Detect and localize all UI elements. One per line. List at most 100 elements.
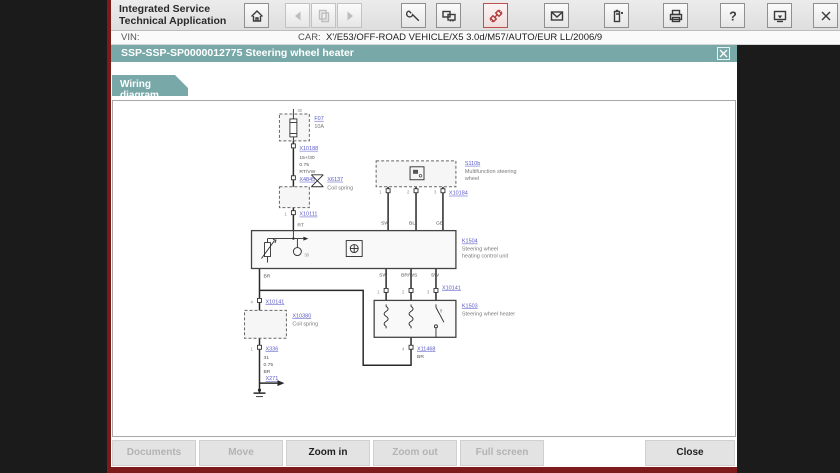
connector-symbol [291,211,295,215]
coil-spring-top-label: Coil spring [327,186,353,192]
mail-button[interactable] [544,3,569,28]
home-button[interactable] [244,3,269,28]
pin-number: 3 [434,190,437,195]
full-screen-button[interactable]: Full screen [460,440,544,466]
connector-x10141-link[interactable]: X10141 [265,299,284,305]
coil-spring-code-link[interactable]: X10380 [292,313,311,319]
document-header: SSP-SSP-SP0000012775 Steering wheel heat… [111,45,737,62]
connector-x10184-link[interactable]: X10184 [449,191,468,197]
help-icon: ? [725,8,741,24]
wire-color-label: BR [417,354,424,360]
main-panel: SSP-SSP-SP0000012775 Steering wheel heat… [111,45,737,467]
app-title-line1: Integrated Service [119,3,226,15]
back-button[interactable] [285,3,310,28]
connector-x4845-link[interactable]: X4845 [299,177,315,183]
heater-name: Steering wheel heater [462,311,515,317]
footer-button-bar: Documents Move Zoom in Zoom out Full scr… [111,440,737,467]
connector-x11468-link[interactable]: X11468 [417,346,435,352]
car-value: X'/E53/OFF-ROAD VEHICLE/X5 3.0d/M57/AUTO… [326,32,602,43]
fuse-component: 30 [279,108,309,141]
close-icon [719,45,728,63]
heater-code-link[interactable]: K1503 [462,303,478,309]
coil-spring-bottom-component [245,310,287,338]
zoom-in-button[interactable]: Zoom in [286,440,370,466]
battery-icon [609,8,625,24]
pin-number: 4 [402,346,405,351]
wire-color-label: BR/WS [401,272,418,278]
pin-number: 3 [427,289,430,294]
control-unit-name-2: heating control unit [462,254,509,260]
vehicle-connection-icon [488,8,504,24]
back-arrow-icon [290,8,306,24]
connector-x336-link[interactable]: X336 [265,346,278,352]
control-unit-component: 30 [252,231,456,269]
close-icon [818,8,834,24]
forward-button[interactable] [337,3,362,28]
wire-color-label: BR [263,273,270,279]
vehicle-info-bar: VIN: CAR: X'/E53/OFF-ROAD VEHICLE/X5 3.0… [111,31,840,45]
pin-number: 1 [379,190,382,195]
vehicle-connection-button[interactable] [483,3,508,28]
control-unit-code-link[interactable]: K1504 [462,239,478,245]
printer-icon [668,8,684,24]
documents-icon [316,8,332,24]
tab-wiring-diagram[interactable]: Wiring diagram [112,75,188,96]
top-toolbar: Integrated Service Technical Application [111,0,840,31]
app-title: Integrated Service Technical Application [119,3,226,27]
wire-info: 0.75 [263,362,273,368]
screen-minimize-icon [772,8,788,24]
wire-info: 15+/30 [299,155,315,161]
vin-label: VIN: [121,32,139,43]
app-title-line2: Technical Application [119,15,226,27]
svg-text:?: ? [729,9,737,23]
connector-x10188-link[interactable]: X10188 [299,146,318,152]
heater-component: θ [374,300,456,337]
print-button[interactable] [663,3,688,28]
wire-color-label: BL [409,221,415,227]
wire-color-label: RT [297,223,304,229]
wire-color-label: SW [379,272,387,278]
pin-number: 2 [407,190,410,195]
wiring-diagram-panel[interactable]: 30 F07 10A X10188 15+/30 0.75 RT/VW X484… [112,100,736,437]
screen-minimize-button[interactable] [767,3,792,28]
wiring-diagram: 30 F07 10A X10188 15+/30 0.75 RT/VW X484… [113,101,735,436]
workshop-tools-button[interactable] [401,3,426,28]
connector-symbol [291,144,295,148]
move-button[interactable]: Move [199,440,283,466]
switch-code-link[interactable]: X6137 [327,177,343,183]
documents-button[interactable]: Documents [112,440,196,466]
connector-symbol [409,345,413,349]
wire-color-label: SW [381,221,389,227]
dual-display-icon [441,8,457,24]
pin-number: 4 [251,299,254,304]
ground-connector-x271-link[interactable]: X271 [265,376,278,382]
zoom-out-button[interactable]: Zoom out [373,440,457,466]
app-close-button[interactable] [813,3,838,28]
mfl-name-2: wheel [464,176,479,182]
dual-display-button[interactable] [436,3,461,28]
document-close-button[interactable] [717,47,730,60]
mfl-name-1: Multifunction steering [465,169,517,175]
fuse-pin-label: 30 [297,108,302,113]
pin-number: 2 [402,289,405,294]
close-button[interactable]: Close [645,440,735,466]
control-unit-name-1: Steering wheel [462,247,498,253]
application-window: Integrated Service Technical Application [0,0,840,473]
history-documents-button[interactable] [311,3,336,28]
connector-symbol [291,176,295,180]
battery-button[interactable] [604,3,629,28]
wire-info: 31 [263,355,269,361]
connector-symbol [257,298,261,302]
mfl-code-link[interactable]: S110b [465,161,480,167]
wire-info: 0.75 [299,162,309,168]
wire-color-label: SW [431,272,439,278]
pin-number: 1 [251,346,254,351]
ground-symbol [254,389,266,397]
connector-x10141-heater-link[interactable]: X10141 [442,285,461,291]
mfl-component [376,161,456,187]
fuse-code-link[interactable]: F07 [314,116,323,122]
connector-x10111-link[interactable]: X10111 [299,212,317,218]
pin-number: 1 [284,212,287,217]
document-title: SSP-SSP-SP0000012775 Steering wheel heat… [121,47,354,59]
help-button[interactable]: ? [720,3,745,28]
